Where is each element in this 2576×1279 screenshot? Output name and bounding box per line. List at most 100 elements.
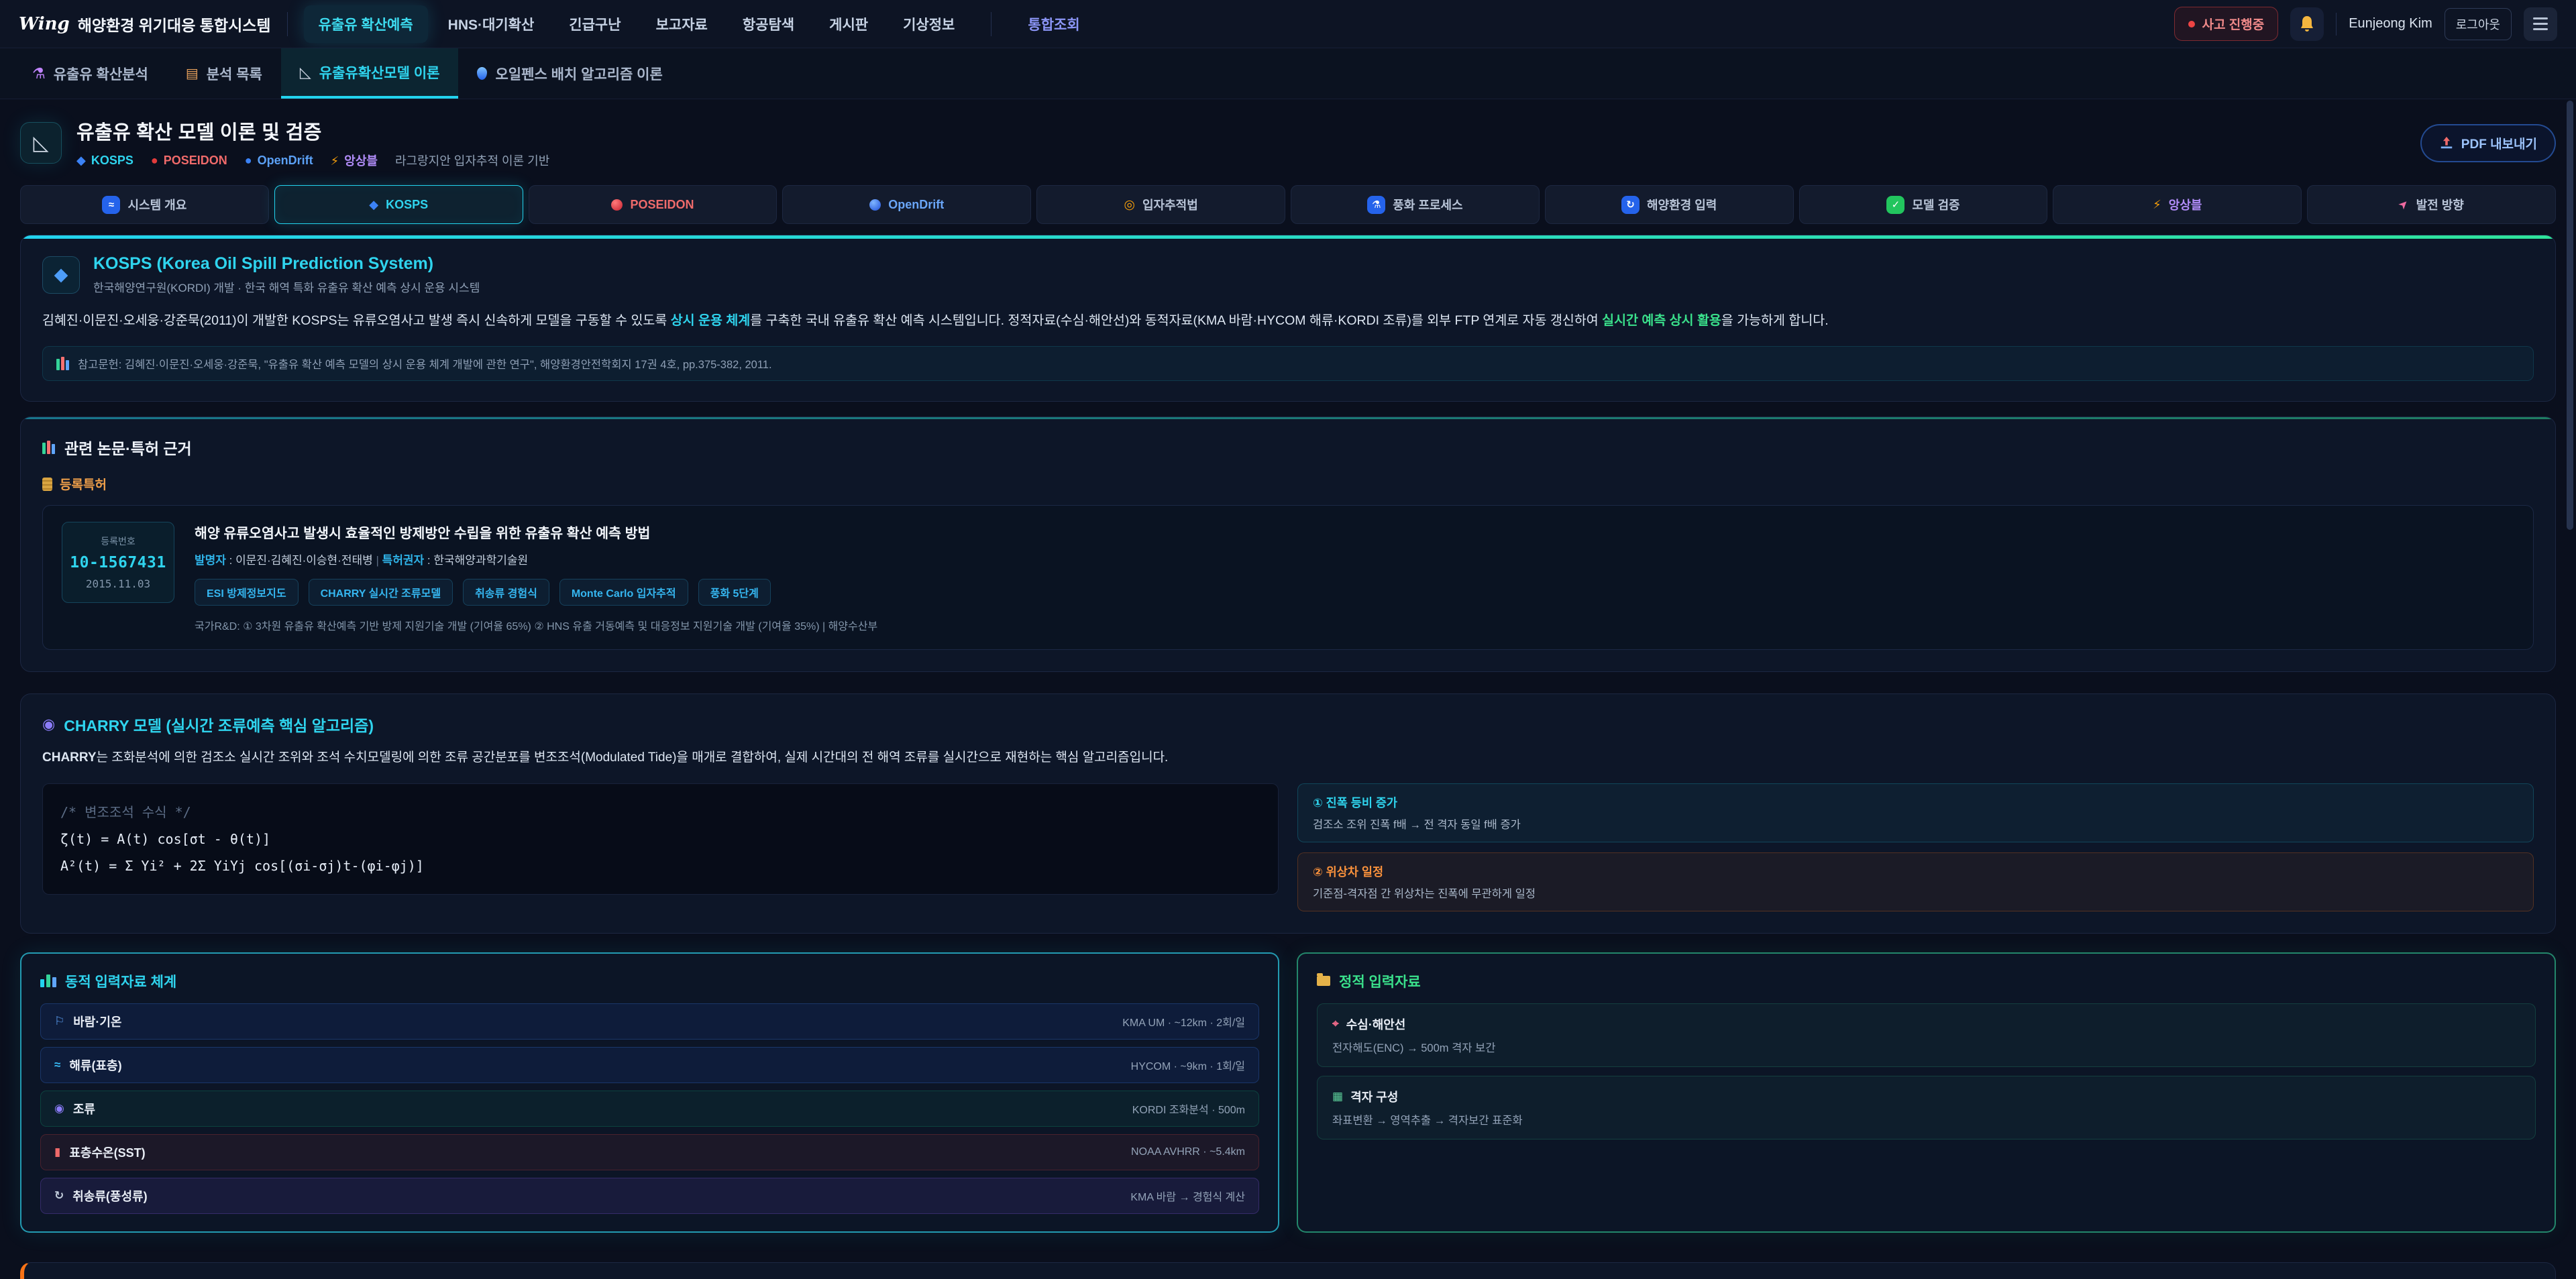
nav-item-aerial-search[interactable]: 항공탐색	[728, 5, 809, 43]
books-icon	[42, 441, 55, 454]
sub-tab-bar: ⚗ 유출유 확산분석 ▤ 분석 목록 ◺ 유출유확산모델 이론 오일펜스 배치 …	[0, 48, 2576, 99]
kosps-card: ◆ KOSPS (Korea Oil Spill Prediction Syst…	[20, 235, 2556, 402]
section-tab-kosps[interactable]: ◆ KOSPS	[274, 185, 523, 224]
nav-item-integrated-search[interactable]: 통합조회	[1013, 5, 1094, 43]
nav-divider	[287, 12, 288, 36]
patent-tag[interactable]: Monte Carlo 입자추적	[559, 579, 688, 606]
registration-number-label: 등록번호	[69, 535, 167, 548]
patent-tag[interactable]: 풍화 5단계	[698, 579, 771, 606]
spiral-icon: ◉	[42, 716, 55, 733]
dynamic-input-rows: ⚐바람·기온 KMA UM · ~12km · 2회/일 ≈해류(표층) HYC…	[40, 1003, 1259, 1214]
section-tab-ensemble[interactable]: ⚡ 앙상블	[2053, 185, 2302, 224]
nav-right-cluster: 사고 진행중 Eunjeong Kim 로그아웃	[2174, 7, 2557, 41]
model-badges: ◆KOSPS ●POSEIDON ●OpenDrift ⚡앙상블 라그랑지안 입…	[76, 152, 549, 169]
highlight-operational-system: 상시 운용 체계	[671, 313, 750, 328]
nav-item-weather[interactable]: 기상정보	[888, 5, 969, 43]
kosps-description: 김혜진·이문진·오세웅·강준묵(2011)이 개발한 KOSPS는 유류오염사고…	[42, 310, 2534, 331]
papers-patents-card: 관련 논문·특허 근거 등록특허 등록번호 10-1567431 2015.11…	[20, 416, 2556, 672]
menu-button[interactable]	[2524, 7, 2557, 41]
section-tab-model-validation[interactable]: ✓ 모델 검증	[1799, 185, 2048, 224]
oil-fence-shield-icon	[477, 67, 487, 80]
scroll-icon	[42, 478, 52, 491]
charry-title: ◉ CHARRY 모델 (실시간 조류예측 핵심 알고리즘)	[42, 713, 2534, 736]
charry-notes: ① 진폭 등비 증가 검조소 조위 진폭 f배 → 전 격자 동일 f배 증가 …	[1297, 783, 2534, 911]
top-navbar: Wing 해양환경 위기대응 통합시스템 유출유 확산예측 HNS·대기확산 긴…	[0, 0, 2576, 48]
patent-item: 등록번호 10-1567431 2015.11.03 해양 유류오염사고 발생시…	[42, 505, 2534, 650]
subtab-spill-analysis[interactable]: ⚗ 유출유 확산분석	[13, 48, 167, 99]
papers-section-title: 관련 논문·특허 근거	[42, 436, 2534, 459]
wind-driven-current-card: ◺ 취송류(Wind-Driven Current) 경험식 /* 취송류 유속…	[20, 1262, 2556, 1279]
bell-icon	[2299, 15, 2315, 33]
nav-item-oil-spill-prediction[interactable]: 유출유 확산예측	[304, 5, 428, 43]
export-icon	[2439, 135, 2454, 150]
subtab-oil-fence-theory[interactable]: 오일펜스 배치 알고리즘 이론	[458, 48, 681, 99]
static-row-grid: ▦격자 구성 좌표변환 → 영역추출 → 격자보간 표준화	[1317, 1076, 2536, 1139]
pin-icon: ⌖	[1332, 1017, 1339, 1031]
kosps-title: KOSPS (Korea Oil Spill Prediction System…	[93, 254, 480, 274]
patent-tag[interactable]: 취송류 경험식	[463, 579, 549, 606]
logout-button[interactable]: 로그아웃	[2445, 8, 2512, 40]
subtab-label: 분석 목록	[207, 64, 262, 84]
nav-divider	[2336, 13, 2337, 36]
section-tab-ocean-env-input[interactable]: ↻ 해양환경 입력	[1545, 185, 1794, 224]
kosps-subtitle: 한국해양연구원(KORDI) 개발 · 한국 해역 특화 유출유 확산 예측 상…	[93, 278, 480, 295]
national-rnd-note: 국가R&D: ① 3차원 유출유 확산예측 기반 방제 지원기술 개발 (기여율…	[195, 617, 877, 633]
section-tab-overview[interactable]: ≈ 시스템 개요	[20, 185, 269, 224]
patent-tag[interactable]: ESI 방제정보지도	[195, 579, 299, 606]
wave-icon: ≈	[54, 1058, 60, 1072]
diamond-icon: ◆	[76, 154, 86, 167]
reference-text: 참고문헌: 김혜진·이문진·오세웅·강준묵, "유출유 확산 예측 모델의 상시…	[78, 355, 772, 372]
lightning-icon: ⚡	[331, 154, 339, 168]
clipboard-icon: ▤	[186, 65, 199, 82]
app-logo: Wing	[19, 14, 70, 34]
subtab-analysis-list[interactable]: ▤ 분석 목록	[167, 48, 281, 99]
wind-icon: ↻	[54, 1189, 64, 1203]
nav-item-hns[interactable]: HNS·대기확산	[433, 5, 549, 43]
status-dot-icon	[2188, 21, 2195, 27]
incident-status-badge[interactable]: 사고 진행중	[2174, 7, 2279, 41]
page-title: 유출유 확산 모델 이론 및 검증	[76, 117, 549, 145]
red-circle-icon: ●	[151, 154, 158, 167]
diamond-icon: ◆	[369, 198, 378, 212]
nav-item-board[interactable]: 게시판	[814, 5, 883, 43]
section-tab-weathering[interactable]: ⚗ 풍화 프로세스	[1291, 185, 1540, 224]
assignee-label: 특허권자	[382, 554, 425, 567]
subtab-label: 유출유확산모델 이론	[319, 62, 440, 82]
badge-kosps: ◆KOSPS	[76, 154, 133, 168]
section-tab-future[interactable]: ➤ 발전 방향	[2307, 185, 2556, 224]
notifications-button[interactable]	[2290, 7, 2324, 41]
modulated-tide-formula-block: /* 변조조석 수식 */ ζ(t) = A(t) cos[σt - θ(t)]…	[42, 783, 1279, 895]
dynamic-input-title: 동적 입력자료 체계	[40, 971, 1259, 991]
nav-item-reports[interactable]: 보고자료	[641, 5, 722, 43]
section-tab-opendrift[interactable]: OpenDrift	[782, 185, 1031, 224]
subtab-model-theory[interactable]: ◺ 유출유확산모델 이론	[281, 48, 459, 99]
scrollbar-thumb[interactable]	[2567, 101, 2573, 530]
rocket-icon: ➤	[2396, 197, 2412, 213]
section-tab-poseidon[interactable]: POSEIDON	[529, 185, 777, 224]
page-triangle-ruler-icon: ◺	[20, 122, 62, 164]
patent-tag[interactable]: CHARRY 실시간 조류모델	[309, 579, 453, 606]
page-subtitle: 라그랑지안 입자추적 이론 기반	[395, 152, 549, 169]
page-header-texts: 유출유 확산 모델 이론 및 검증 ◆KOSPS ●POSEIDON ●Open…	[76, 117, 549, 169]
charry-model-card: ◉ CHARRY 모델 (실시간 조류예측 핵심 알고리즘) CHARRY는 조…	[20, 693, 2556, 933]
blue-circle-icon	[869, 199, 881, 211]
bar-chart-icon	[40, 975, 56, 987]
thermometer-icon: ▮	[54, 1146, 60, 1159]
hamburger-icon	[2533, 17, 2548, 19]
section-tab-bar: ≈ 시스템 개요 ◆ KOSPS POSEIDON OpenDrift ◎ 입자…	[20, 185, 2556, 224]
nav-item-rescue[interactable]: 긴급구난	[554, 5, 635, 43]
badge-ensemble: ⚡앙상블	[331, 152, 378, 169]
book-icon	[56, 357, 69, 370]
charry-note-phase: ② 위상차 일정 기준점-격자점 간 위상차는 진폭에 무관하게 일정	[1297, 852, 2534, 911]
microscope-icon: ⚗	[32, 65, 46, 82]
input-data-row: 동적 입력자료 체계 ⚐바람·기온 KMA UM · ~12km · 2회/일 …	[20, 952, 2556, 1233]
static-input-title: 정적 입력자료	[1317, 971, 2536, 991]
flask-icon: ⚗	[1367, 196, 1385, 214]
subtab-label: 유출유 확산분석	[54, 64, 148, 84]
pdf-export-button[interactable]: PDF 내보내기	[2420, 124, 2556, 162]
static-input-card: 정적 입력자료 ⌖수심·해안선 전자해도(ENC) → 500m 격자 보간 ▦…	[1297, 952, 2556, 1233]
incident-badge-label: 사고 진행중	[2202, 15, 2265, 33]
section-tab-particle-tracking[interactable]: ◎ 입자추적법	[1036, 185, 1285, 224]
wave-icon: ≈	[102, 196, 120, 214]
red-circle-icon	[611, 199, 623, 211]
